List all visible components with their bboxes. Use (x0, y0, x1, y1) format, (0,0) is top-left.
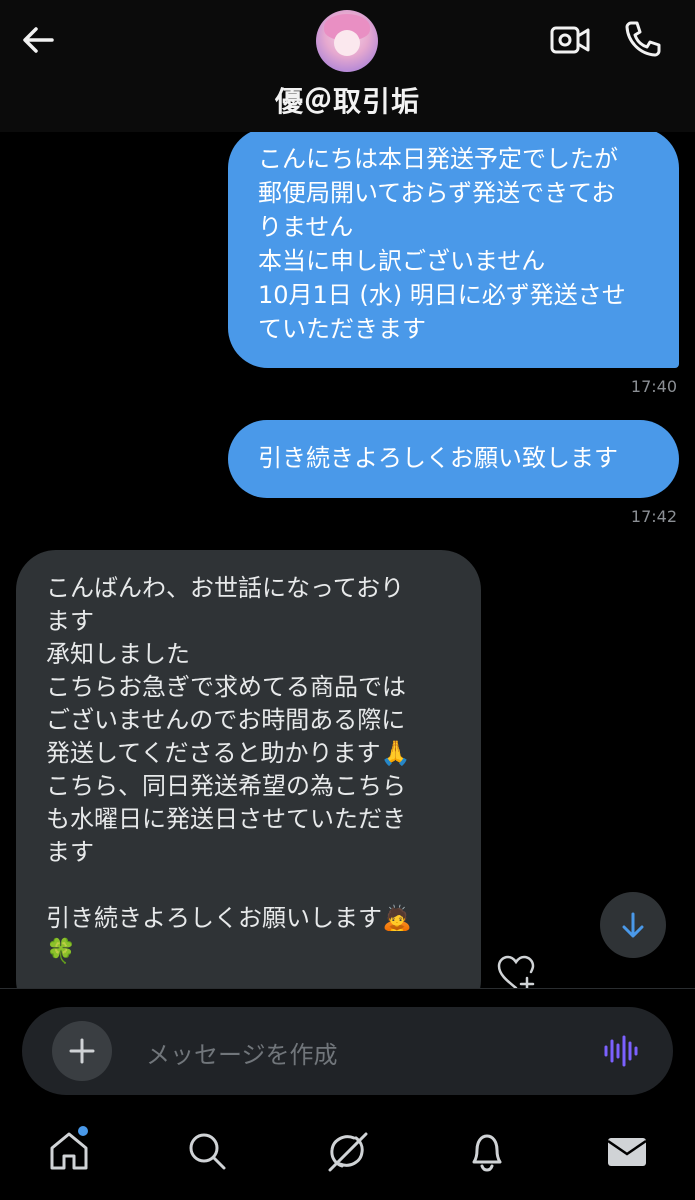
grok-icon (328, 1132, 368, 1172)
phone-call-button[interactable] (622, 18, 664, 60)
arrow-down-icon (622, 912, 644, 938)
tab-grok[interactable] (324, 1128, 370, 1174)
message-timestamp: 17:42 (630, 507, 677, 526)
video-call-icon (550, 26, 590, 54)
notification-dot (78, 1126, 88, 1136)
tab-messages[interactable] (604, 1128, 650, 1174)
avatar[interactable] (316, 10, 378, 72)
mail-icon (607, 1138, 647, 1166)
video-call-button[interactable] (548, 20, 592, 60)
heart-plus-icon (497, 955, 535, 988)
tab-search[interactable] (184, 1128, 230, 1174)
search-icon (189, 1133, 226, 1170)
add-reaction-button[interactable] (496, 954, 538, 988)
back-button[interactable] (18, 20, 58, 60)
outgoing-message-bubble[interactable]: こんにちは本日発送予定でしたが 郵便局開いておらず発送できてお りません 本当に… (228, 132, 679, 368)
chat-header: 優＠取引垢 (0, 0, 695, 132)
audio-wave-icon (604, 1035, 638, 1067)
message-timestamp: 17:40 (630, 377, 677, 396)
message-text: 引き続きよろしくお願い致します (258, 444, 618, 472)
incoming-message-bubble[interactable]: こんばんわ、お世話になっており ます 承知しました こちらお急ぎで求めてる商品で… (16, 550, 481, 988)
arrow-left-icon (23, 27, 54, 53)
voice-message-button[interactable] (600, 1031, 640, 1071)
add-attachment-button[interactable] (52, 1021, 112, 1081)
message-input[interactable]: メッセージを作成 (146, 1035, 338, 1070)
plus-icon (69, 1038, 95, 1064)
tab-notifications[interactable] (464, 1128, 510, 1174)
composer-bar: メッセージを作成 (0, 988, 695, 1108)
contact-name[interactable]: 優＠取引垢 (0, 80, 695, 120)
bell-icon (472, 1134, 502, 1172)
message-text: こんばんわ、お世話になっており ます 承知しました こちらお急ぎで求めてる商品で… (46, 574, 412, 965)
message-list[interactable]: こんにちは本日発送予定でしたが 郵便局開いておらず発送できてお りません 本当に… (0, 132, 695, 988)
message-composer[interactable]: メッセージを作成 (22, 1007, 673, 1095)
phone-icon (625, 21, 661, 57)
message-text: こんにちは本日発送予定でしたが 郵便局開いておらず発送できてお りません 本当に… (258, 145, 626, 343)
bottom-tab-bar (0, 1108, 695, 1200)
scroll-to-bottom-button[interactable] (600, 892, 666, 958)
outgoing-message-bubble[interactable]: 引き続きよろしくお願い致します (228, 420, 679, 498)
avatar-face (334, 30, 360, 56)
